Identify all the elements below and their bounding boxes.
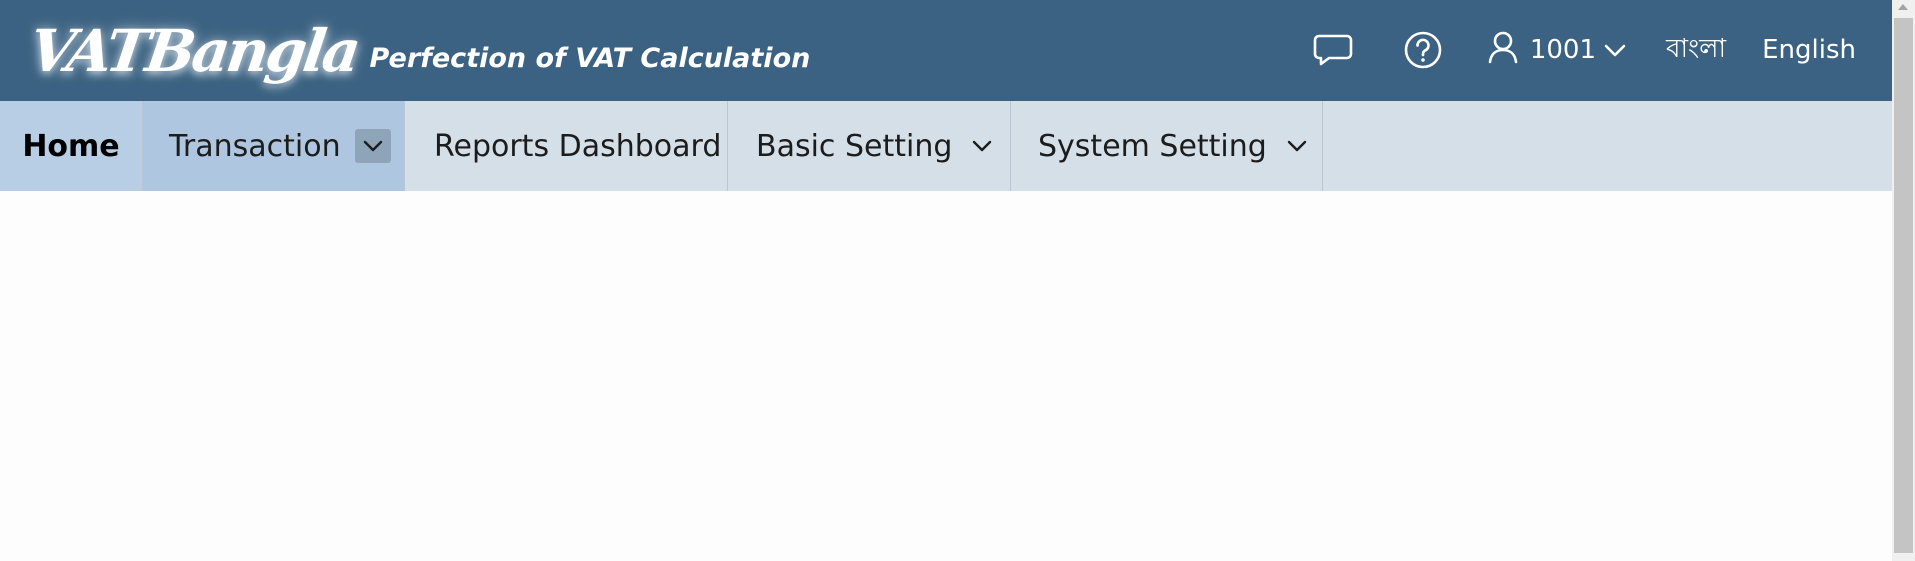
user-id: 1001 <box>1529 35 1596 65</box>
logo[interactable]: VATBangla Perfection of VAT Calculation <box>25 6 811 90</box>
chevron-down-icon <box>1287 140 1307 152</box>
language-bangla-link[interactable]: বাংলা <box>1666 28 1726 72</box>
tagline: Perfection of VAT Calculation <box>369 43 811 74</box>
language-english-link[interactable]: English <box>1762 35 1856 65</box>
chevron-down-icon <box>972 140 992 152</box>
chevron-down-icon[interactable] <box>354 129 391 163</box>
nav-item-label: System Setting <box>1038 128 1267 164</box>
chat-button[interactable] <box>1313 33 1353 67</box>
header-bar: VATBangla Perfection of VAT Calculation <box>0 0 1892 101</box>
user-icon <box>1488 30 1518 71</box>
main-content <box>0 191 1892 561</box>
user-menu[interactable]: 1001 <box>1488 30 1626 71</box>
nav-item-label: Reports Dashboard <box>434 128 722 164</box>
nav-item-basic-setting[interactable]: Basic Setting <box>728 101 1011 191</box>
nav-item-system-setting[interactable]: System Setting <box>1011 101 1323 191</box>
nav-item-label: Transaction <box>169 128 341 164</box>
scrollbar-thumb[interactable] <box>1894 18 1913 553</box>
logo-wordmark: VATBangla <box>25 17 363 85</box>
app-window: VATBangla Perfection of VAT Calculation <box>0 0 1915 561</box>
nav-item-transaction[interactable]: Transaction <box>143 101 405 191</box>
chevron-down-icon <box>1604 35 1626 65</box>
nav-item-label: Home <box>22 128 120 164</box>
header-actions: 1001 বাংলা English <box>1313 0 1892 100</box>
scroll-up-arrow-icon[interactable] <box>1898 4 1908 10</box>
main-nav: Home Transaction Reports Dashboard Basic… <box>0 101 1892 191</box>
nav-item-label: Basic Setting <box>756 128 953 164</box>
help-button[interactable] <box>1403 30 1443 70</box>
nav-item-home[interactable]: Home <box>0 101 143 191</box>
vertical-scrollbar[interactable] <box>1892 0 1915 561</box>
nav-item-reports-dashboard[interactable]: Reports Dashboard <box>405 101 728 191</box>
chat-icon <box>1313 33 1353 67</box>
help-icon <box>1403 30 1443 70</box>
